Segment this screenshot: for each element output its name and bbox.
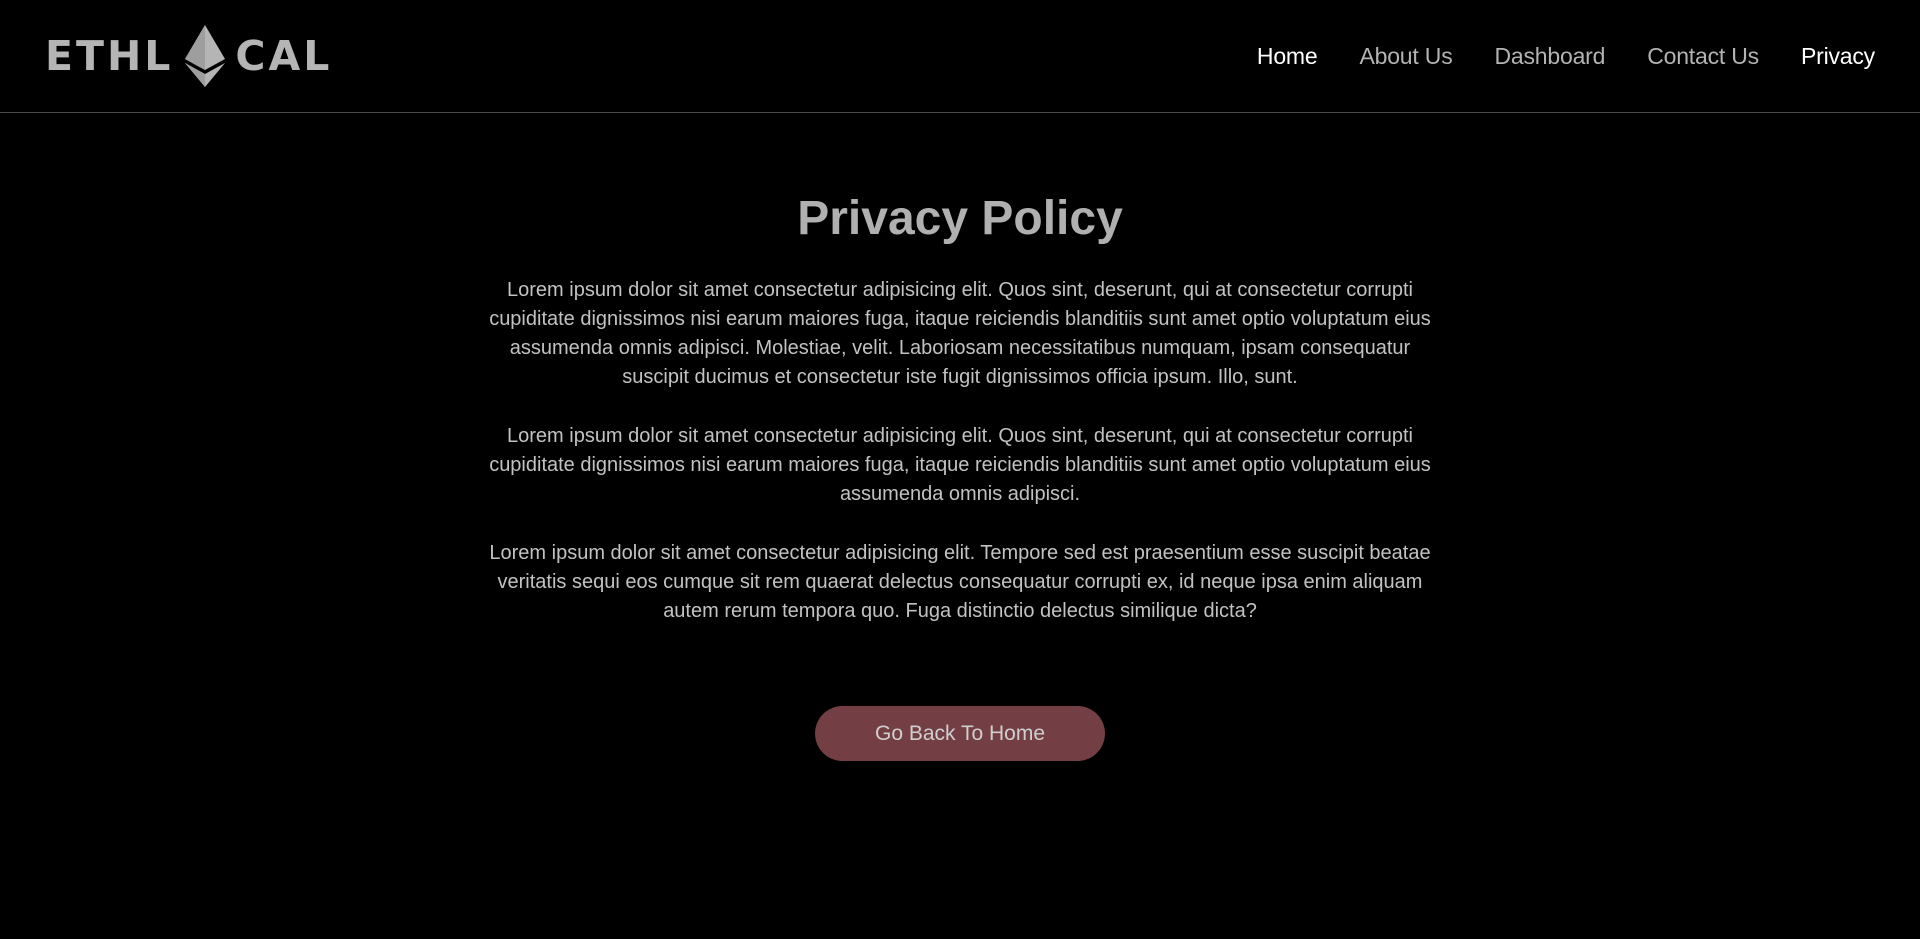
privacy-paragraph-2: Lorem ipsum dolor sit amet consectetur a… (489, 425, 1431, 505)
privacy-content: Lorem ipsum dolor sit amet consectetur a… (475, 276, 1445, 656)
site-logo[interactable]: ETHL CAL (45, 25, 332, 87)
logo-text-right: CAL (235, 31, 333, 80)
nav-item-privacy[interactable]: Privacy (1801, 43, 1875, 70)
main-content: Privacy Policy Lorem ipsum dolor sit ame… (0, 113, 1920, 761)
page-title: Privacy Policy (797, 192, 1123, 245)
nav-item-home[interactable]: Home (1257, 43, 1318, 70)
privacy-paragraph-3: Lorem ipsum dolor sit amet consectetur a… (489, 542, 1431, 622)
logo-text-left: ETHL (45, 31, 174, 80)
privacy-paragraph-1: Lorem ipsum dolor sit amet consectetur a… (489, 279, 1431, 388)
main-nav: Home About Us Dashboard Contact Us Priva… (1257, 43, 1875, 70)
nav-item-dashboard[interactable]: Dashboard (1495, 43, 1606, 70)
site-header: ETHL CAL Home About Us Dashboard Contact… (0, 0, 1920, 113)
nav-item-about-us[interactable]: About Us (1359, 43, 1452, 70)
go-back-home-button[interactable]: Go Back To Home (815, 706, 1105, 761)
ethereum-diamond-icon (185, 25, 226, 87)
nav-item-contact-us[interactable]: Contact Us (1647, 43, 1759, 70)
